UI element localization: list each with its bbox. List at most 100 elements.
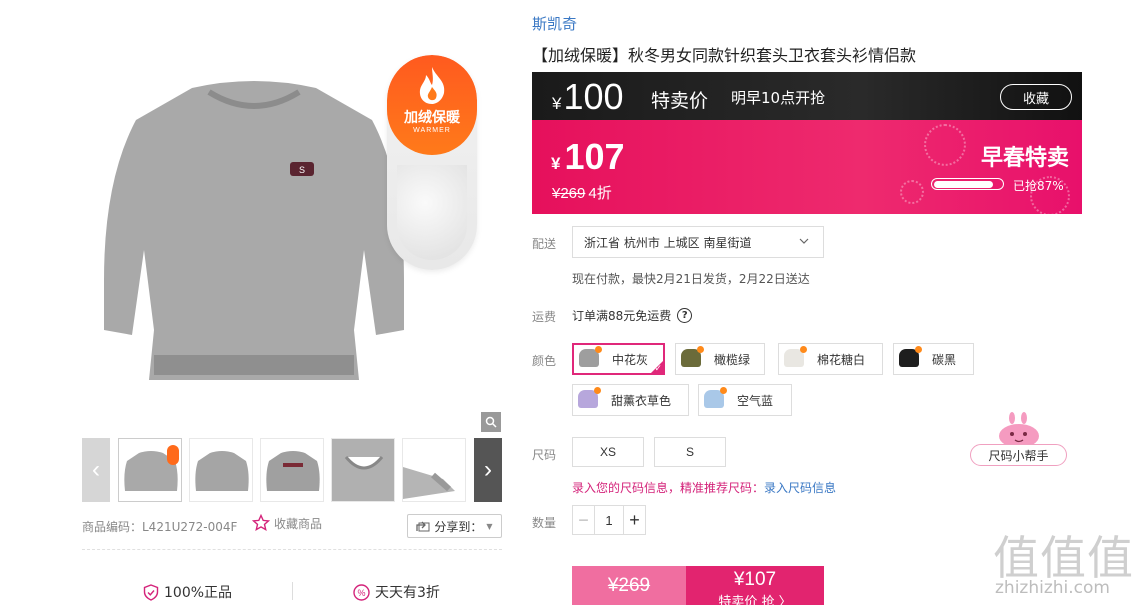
thumb-next-button[interactable]: ›	[474, 438, 502, 502]
help-icon[interactable]: ?	[677, 308, 693, 323]
color-option-label: 中花灰	[612, 352, 649, 367]
buy-original-price: ¥269	[572, 566, 686, 605]
divider	[82, 549, 502, 550]
address-value: 浙江省 杭州市 上城区 南星街道	[584, 235, 752, 250]
warm-badge: 加绒保暖 WARMER	[387, 55, 477, 270]
color-option-label: 棉花糖白	[817, 352, 866, 367]
size-option-s[interactable]: S	[654, 437, 726, 467]
brand-link[interactable]: 斯凯奇	[532, 13, 577, 34]
size-label: 尺码	[532, 448, 557, 462]
firework-decoration	[900, 180, 924, 204]
currency-symbol: ¥	[552, 94, 562, 113]
promo-label: 特卖价	[651, 90, 709, 112]
current-price: ¥107	[551, 136, 625, 178]
quantity-input[interactable]: 1	[595, 506, 623, 534]
size-tip-text: 录入您的尺码信息，精准推荐尺码：	[572, 481, 765, 495]
promo-price-value: 100	[563, 76, 624, 117]
size-option-xs[interactable]: XS	[572, 437, 644, 467]
quantity-stepper: − 1 +	[572, 505, 646, 535]
size-helper[interactable]: 尺码小帮手	[970, 412, 1068, 468]
guarantee-label: 100%正品	[164, 585, 233, 601]
guarantee-discount: % 天天有3折	[353, 582, 440, 602]
warm-badge-subtitle: WARMER	[413, 127, 451, 134]
sold-progress-text: 已抢87%	[1013, 179, 1064, 193]
svg-text:S: S	[299, 165, 305, 175]
collect-button[interactable]: 收藏	[1000, 84, 1072, 110]
color-swatch	[575, 387, 601, 413]
thumbnail-3[interactable]	[260, 438, 324, 502]
color-label: 颜色	[532, 354, 557, 368]
current-price-value: 107	[564, 136, 625, 177]
color-swatch	[701, 387, 727, 413]
star-icon	[252, 514, 270, 532]
color-option-label: 甜薰衣草色	[611, 393, 672, 408]
guarantee-label: 天天有3折	[375, 585, 440, 601]
address-select[interactable]: 浙江省 杭州市 上城区 南星街道	[572, 226, 824, 258]
event-title: 早春特卖	[981, 146, 1070, 171]
color-swatch	[678, 346, 704, 372]
size-helper-label: 尺码小帮手	[970, 444, 1067, 466]
share-icon	[416, 521, 430, 532]
discount-rate: 4折	[588, 185, 612, 202]
fleece-texture	[397, 165, 467, 260]
watermark-url: zhizhizhi.com	[995, 578, 1110, 598]
caret-down-icon: ▼	[486, 521, 493, 531]
color-swatch	[576, 346, 602, 372]
product-title: 【加绒保暖】秋冬男女同款针织套头卫衣套头衫情侣款	[532, 46, 917, 65]
promo-bar: ¥100 特卖价 明早10点开抢 收藏	[532, 72, 1082, 120]
freight-label: 运费	[532, 310, 557, 324]
site-watermark: 值值值 zhizhizhi.com	[993, 522, 1138, 602]
guarantee-divider	[292, 582, 293, 600]
color-option-label: 空气蓝	[737, 393, 774, 408]
buy-price: ¥107	[733, 569, 777, 590]
main-product-image: S 加绒保暖 WARMER	[82, 12, 502, 432]
warm-badge-title: 加绒保暖	[404, 110, 460, 126]
currency-symbol: ¥	[551, 154, 561, 173]
buy-original-price-value: ¥269	[607, 574, 651, 596]
quantity-label: 数量	[532, 516, 557, 530]
color-option[interactable]: 橄榄绿	[675, 343, 765, 375]
percent-badge-icon: %	[353, 583, 370, 601]
color-option-label: 碳黑	[932, 352, 957, 367]
thumbnail-4[interactable]	[331, 438, 395, 502]
check-icon: ✓	[654, 364, 662, 374]
thumbnail-strip: ‹ ›	[82, 438, 502, 502]
flame-icon	[419, 67, 445, 104]
color-option-label: 橄榄绿	[714, 352, 751, 367]
zoom-icon[interactable]	[481, 412, 501, 432]
quantity-increase-button[interactable]: +	[623, 506, 645, 534]
shield-icon	[143, 583, 159, 601]
price-bar: ¥107 ¥269 4折 早春特卖 已抢87%	[532, 120, 1082, 214]
guarantee-authentic: 100%正品	[143, 582, 232, 602]
favorite-label: 收藏商品	[274, 516, 323, 531]
thumbnail-1[interactable]	[118, 438, 182, 502]
chevron-down-icon	[799, 238, 809, 244]
color-option[interactable]: 甜薰衣草色	[572, 384, 689, 416]
share-label: 分享到：	[434, 519, 483, 534]
product-meta-row: 商品编码：L421U272-004F 收藏商品 分享到： ▼	[82, 512, 502, 540]
buy-now-button[interactable]: ¥107 特卖价 抢 〉	[686, 566, 824, 605]
quantity-decrease-button[interactable]: −	[573, 506, 595, 534]
shipping-estimate: 现在付款，最快2月21日发货，2月22日送达	[572, 272, 810, 286]
size-entry-link[interactable]: 录入尺码信息	[764, 481, 836, 495]
freight-text: 订单满88元免运费	[572, 309, 672, 323]
size-tip: 录入您的尺码信息，精准推荐尺码：录入尺码信息	[572, 479, 836, 496]
delivery-label: 配送	[532, 237, 557, 251]
color-option[interactable]: 棉花糖白	[778, 343, 883, 375]
original-price-value: ¥269	[552, 185, 586, 202]
svg-text:%: %	[357, 588, 365, 598]
buy-action-label: 特卖价 抢 〉	[718, 595, 792, 605]
color-option[interactable]: 碳黑	[893, 343, 974, 375]
mascot-icon	[999, 412, 1039, 448]
color-option[interactable]: 空气蓝	[698, 384, 792, 416]
thumbnail-5[interactable]	[402, 438, 466, 502]
favorite-button[interactable]: 收藏商品	[252, 514, 322, 532]
share-button[interactable]: 分享到： ▼	[407, 514, 502, 538]
color-swatch	[896, 346, 922, 372]
original-price: ¥269 4折	[552, 182, 612, 203]
promo-price: ¥100	[552, 76, 624, 118]
thumb-prev-button[interactable]: ‹	[82, 438, 110, 502]
sold-progress-fill	[933, 180, 993, 188]
thumbnail-2[interactable]	[189, 438, 253, 502]
color-option[interactable]: 中花灰 ✓	[572, 343, 665, 375]
